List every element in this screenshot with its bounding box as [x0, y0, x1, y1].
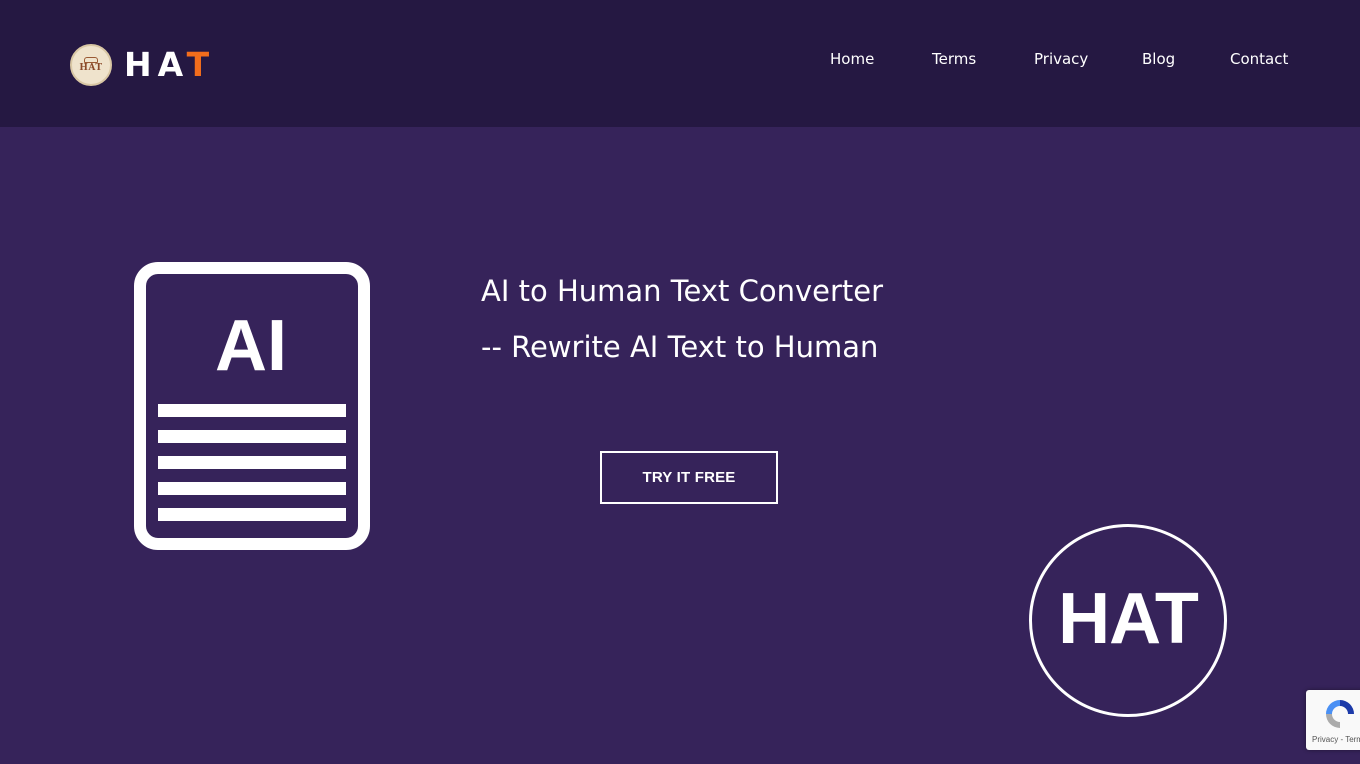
try-it-free-button[interactable]: TRY IT FREE	[600, 451, 778, 504]
logo-badge-text: HAT	[79, 63, 103, 73]
recaptcha-icon	[1326, 700, 1354, 728]
recaptcha-badge[interactable]: Privacy - Terms	[1306, 690, 1360, 750]
hat-circle-logo: HAT	[1029, 524, 1227, 717]
logo-wordmark: HAT	[124, 47, 215, 83]
hero-title-line1: AI to Human Text Converter	[481, 274, 884, 308]
ai-document-icon: AI	[134, 262, 370, 550]
doc-icon-label: AI	[215, 306, 287, 386]
hat-circle-text: HAT	[1058, 578, 1199, 659]
nav-privacy[interactable]: Privacy	[1034, 48, 1088, 70]
hero-title: AI to Human Text Converter -- Rewrite AI…	[481, 263, 1081, 375]
site-logo[interactable]: HAT HAT	[70, 44, 215, 86]
nav-home[interactable]: Home	[830, 48, 874, 70]
logo-text-main: HA	[124, 45, 187, 84]
nav-contact[interactable]: Contact	[1230, 48, 1288, 70]
hero-title-line2: -- Rewrite AI Text to Human	[481, 330, 879, 364]
hat-badge-icon: HAT	[70, 44, 112, 86]
logo-text-accent: T	[186, 45, 216, 84]
nav-blog[interactable]: Blog	[1142, 48, 1175, 70]
site-header: HAT HAT Home Terms Privacy Blog Contact	[0, 0, 1360, 127]
nav-terms[interactable]: Terms	[932, 48, 976, 70]
recaptcha-links[interactable]: Privacy - Terms	[1312, 735, 1360, 744]
